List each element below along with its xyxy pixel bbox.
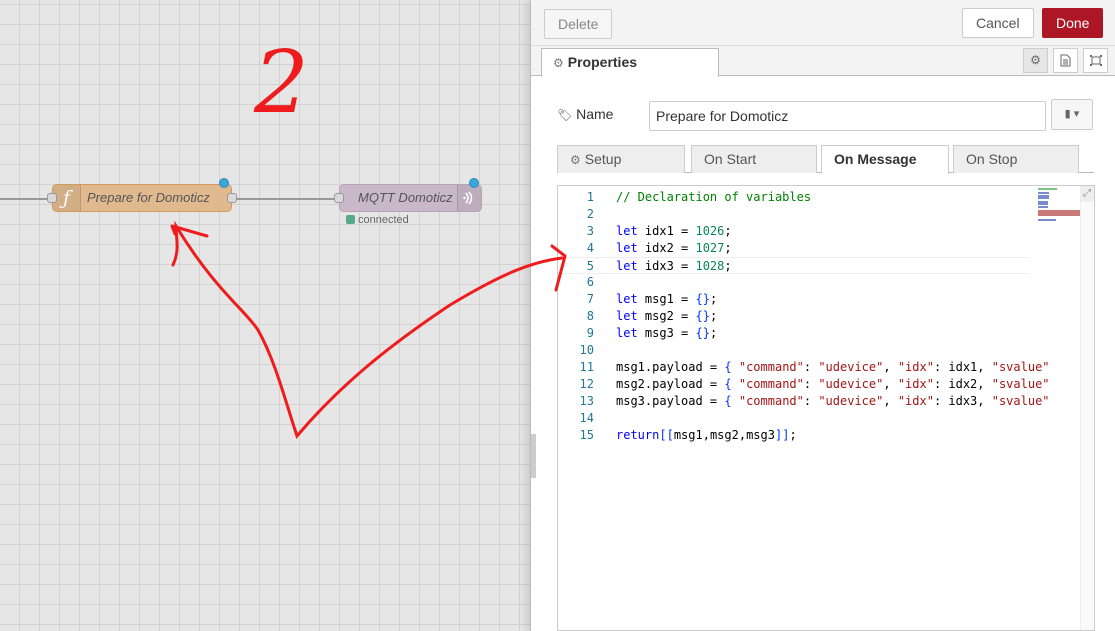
delete-button[interactable]: Delete <box>544 9 613 39</box>
line-number: 4 <box>586 241 594 255</box>
tag-icon: 🏷 <box>557 108 573 122</box>
mqtt-status-text: connected <box>358 214 409 226</box>
function-node-label: Prepare for Domoticz <box>87 190 210 205</box>
tab-properties-label: Properties <box>567 54 638 70</box>
tray-toolbar: Delete Cancel Done <box>531 0 1115 46</box>
appearance-icon <box>1089 55 1102 66</box>
wire-in[interactable] <box>0 198 52 200</box>
minimap-line <box>1038 205 1048 208</box>
cancel-button[interactable]: Cancel <box>962 8 1034 38</box>
appearance-tab-button[interactable] <box>1083 48 1108 73</box>
mqtt-node[interactable]: MQTT Domoticz <box>339 184 482 212</box>
code-line[interactable]: 3 let idx1 = 1026; <box>558 223 1030 240</box>
code-text: let idx3 = 1028; <box>616 259 732 273</box>
code-text: let msg1 = {}; <box>616 292 718 306</box>
status-dot-icon <box>346 215 355 224</box>
gear-icon: ⚙ <box>553 56 564 70</box>
line-number: 7 <box>586 292 594 306</box>
code-line[interactable]: 15 return[[msg1,msg2,msg3]]; <box>558 427 1030 444</box>
tab-on-start[interactable]: On Start <box>691 145 817 173</box>
line-number: 1 <box>586 190 594 204</box>
expand-icon[interactable]: ⤢ <box>1080 186 1094 202</box>
node-edit-tray: Delete Cancel Done ⚙Properties ⚙ 🏷 Name <box>530 0 1115 631</box>
code-line[interactable]: 2 <box>558 206 1030 223</box>
code-line[interactable]: 1 // Declaration of variables <box>558 189 1030 206</box>
mqtt-input-port[interactable] <box>334 193 344 203</box>
tray-resize-handle[interactable] <box>531 434 536 478</box>
line-number: 8 <box>586 309 594 323</box>
properties-tab-button[interactable]: ⚙ <box>1023 48 1048 73</box>
code-line[interactable]: 10 <box>558 342 1030 359</box>
function-changed-indicator <box>219 178 229 188</box>
function-node[interactable]: ƒ Prepare for Domoticz <box>52 184 232 212</box>
code-line[interactable]: 4 let idx2 = 1027; <box>558 240 1030 257</box>
code-line[interactable]: 8 let msg2 = {}; <box>558 308 1030 325</box>
line-number: 6 <box>586 275 594 289</box>
chevron-down-icon: ▾ <box>1073 108 1080 120</box>
code-text: msg3.payload = { "command": "udevice", "… <box>616 394 1050 408</box>
line-number: 9 <box>586 326 594 340</box>
properties-tabbar: ⚙ Properties ⚙ <box>531 46 1115 77</box>
line-number: 14 <box>579 411 594 425</box>
code-text: // Declaration of variables <box>616 190 812 204</box>
book-icon: ▮ <box>1064 108 1071 120</box>
minimap[interactable] <box>1038 186 1084 226</box>
line-number: 13 <box>579 394 594 408</box>
tab-setup[interactable]: ⚙ Setup <box>557 145 685 173</box>
code-line[interactable]: 6 <box>558 274 1030 291</box>
mqtt-changed-indicator <box>469 178 479 188</box>
minimap-line <box>1038 188 1057 190</box>
line-number: 3 <box>586 224 594 238</box>
mqtt-wireless-icon <box>457 185 481 211</box>
gear-icon: ⚙ <box>1030 53 1041 67</box>
line-number: 11 <box>579 360 594 374</box>
code-text: let idx2 = 1027; <box>616 241 732 255</box>
code-text: let msg2 = {}; <box>616 309 718 323</box>
flow-workspace[interactable]: ƒ Prepare for Domoticz MQTT Domoticz con… <box>0 0 530 631</box>
function-icon: ƒ <box>53 185 81 211</box>
mqtt-status: connected <box>346 214 409 226</box>
code-text: let msg3 = {}; <box>616 326 718 340</box>
code-line[interactable]: 5 let idx3 = 1028; <box>558 257 1030 274</box>
done-button[interactable]: Done <box>1042 8 1104 38</box>
code-line[interactable]: 13 msg3.payload = { "command": "udevice",… <box>558 393 1050 410</box>
tab-properties[interactable]: ⚙ Properties <box>541 48 719 77</box>
code-editor[interactable]: 1 // Declaration of variables 2 3 let idx1 =… <box>557 185 1095 631</box>
code-text: let idx1 = 1026; <box>616 224 732 238</box>
code-text: msg1.payload = { "command": "udevice", "… <box>616 360 1050 374</box>
code-line[interactable]: 12 msg2.payload = { "command": "udevice",… <box>558 376 1050 393</box>
code-line[interactable]: 14 <box>558 410 1030 427</box>
name-input[interactable] <box>649 101 1046 131</box>
tab-on-message[interactable]: On Message <box>821 145 949 174</box>
minimap-line <box>1038 218 1056 221</box>
minimap-line <box>1038 196 1050 199</box>
file-text-icon <box>1060 54 1071 67</box>
function-output-port[interactable] <box>227 193 237 203</box>
line-number: 10 <box>579 343 594 357</box>
code-line[interactable]: 11 msg1.payload = { "command": "udevice",… <box>558 359 1050 376</box>
line-number: 12 <box>579 377 594 391</box>
icon-select-button[interactable]: ▮ ▾ <box>1051 99 1093 130</box>
line-number: 2 <box>586 207 594 221</box>
code-line[interactable]: 9 let msg3 = {}; <box>558 325 1030 342</box>
function-input-port[interactable] <box>47 193 57 203</box>
code-tabbar: ⚙ Setup On Start On Message On Stop <box>557 145 1094 174</box>
line-number: 5 <box>586 259 594 273</box>
code-text: return[[msg1,msg2,msg3]]; <box>616 428 797 442</box>
wire-function-to-mqtt[interactable] <box>232 198 340 200</box>
minimap-line <box>1038 214 1080 217</box>
description-tab-button[interactable] <box>1053 48 1078 73</box>
mqtt-node-label: MQTT Domoticz <box>358 190 453 205</box>
tab-on-stop[interactable]: On Stop <box>953 145 1079 173</box>
editor-scrollbar[interactable] <box>1080 186 1094 630</box>
code-line[interactable]: 7 let msg1 = {}; <box>558 291 1030 308</box>
gear-icon: ⚙ <box>570 153 581 167</box>
line-number: 15 <box>579 428 594 442</box>
name-label: 🏷 Name <box>557 106 614 122</box>
code-text: msg2.payload = { "command": "udevice", "… <box>616 377 1050 391</box>
